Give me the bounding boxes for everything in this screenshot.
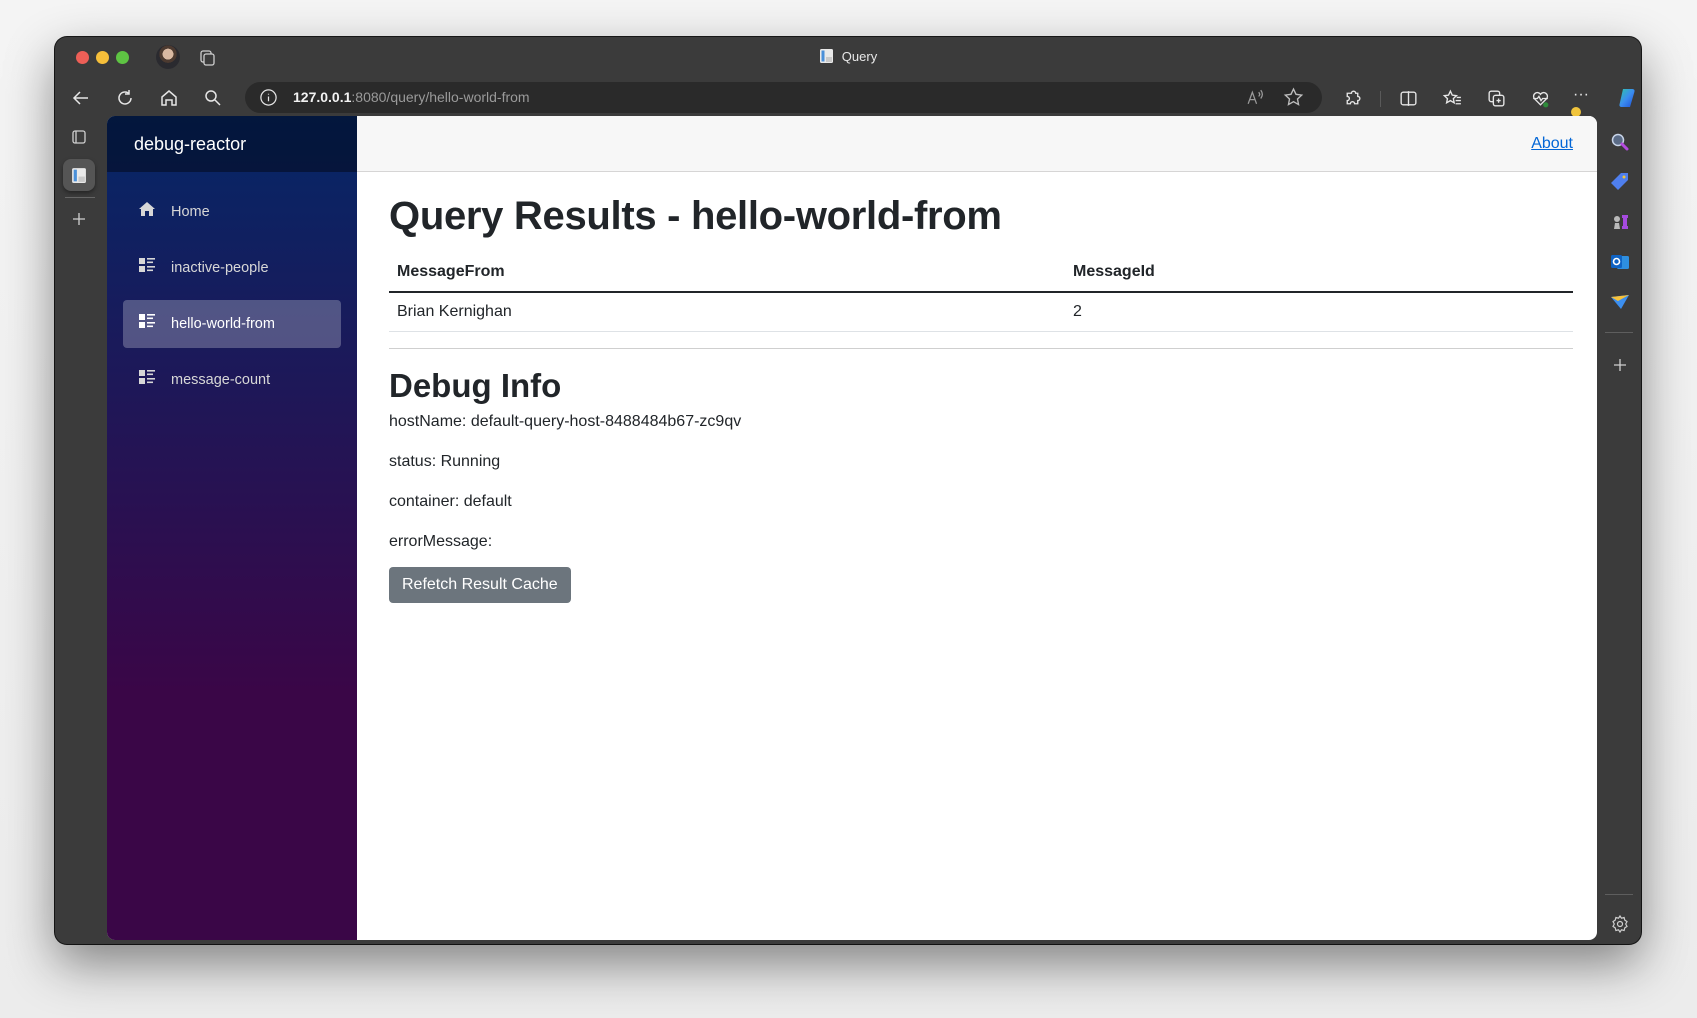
outlook-icon[interactable] <box>1609 251 1631 273</box>
debug-info-title: Debug Info <box>389 367 562 404</box>
collections-icon[interactable] <box>1486 88 1507 109</box>
tab-query[interactable] <box>63 159 95 191</box>
sidebar-item-label: Home <box>171 204 210 220</box>
favorite-star-icon[interactable] <box>1283 87 1304 108</box>
refetch-result-cache-button[interactable]: Refetch Result Cache <box>389 567 571 603</box>
extensions-icon[interactable] <box>1342 88 1363 109</box>
cell-messageid: 2 <box>1065 292 1573 332</box>
home-button[interactable] <box>156 86 182 110</box>
reload-button[interactable] <box>112 86 138 110</box>
tab-title-text: Query <box>841 49 878 64</box>
page-title: Query Results - hello-world-from <box>389 194 1002 238</box>
edge-divider-bottom <box>1605 894 1633 895</box>
about-link[interactable]: About <box>1531 135 1573 153</box>
url-path: :8080/query/hello-world-from <box>351 89 530 105</box>
sidebar-item-label: inactive-people <box>171 260 269 276</box>
tab-actions-button[interactable] <box>63 121 95 153</box>
split-screen-icon[interactable] <box>1398 88 1419 109</box>
sidebar-item-hello-world-from[interactable]: hello-world-from <box>123 300 341 348</box>
browser-toolbar: 127.0.0.1:8080/query/hello-world-from ··… <box>55 79 1641 117</box>
debug-status: status: Running <box>389 453 501 470</box>
search-sidebar-icon[interactable] <box>1609 131 1631 153</box>
web-viewport: debug-reactor Home inactive-people hello… <box>107 116 1597 940</box>
table-header-row: MessageFrom MessageId <box>389 254 1573 293</box>
active-tab-title: Query <box>55 48 1641 64</box>
column-header-messageid: MessageId <box>1065 254 1573 293</box>
sidebar-item-label: message-count <box>171 372 271 388</box>
section-divider <box>389 348 1573 349</box>
table-row: Brian Kernighan 2 <box>389 292 1573 332</box>
site-info-icon[interactable] <box>259 88 278 107</box>
home-icon <box>139 202 155 216</box>
shopping-tag-icon[interactable] <box>1609 171 1631 193</box>
browser-window: Query 127.0.0.1:8080/query/hello-world-f… <box>55 37 1641 944</box>
url-text[interactable]: 127.0.0.1:8080/query/hello-world-from <box>293 89 530 105</box>
search-icon <box>205 90 221 106</box>
back-button[interactable] <box>68 86 94 110</box>
url-host: 127.0.0.1 <box>293 89 352 105</box>
debug-hostname: hostName: default-query-host-8488484b67-… <box>389 413 742 430</box>
back-arrow-icon <box>72 91 88 105</box>
settings-gear-icon[interactable] <box>1609 913 1631 935</box>
debug-error-message: errorMessage: <box>389 533 493 550</box>
more-menu-button[interactable]: ··· <box>1571 87 1594 117</box>
page-content: Query Results - hello-world-from Message… <box>357 172 1597 603</box>
tab-divider <box>65 197 95 198</box>
main-area: About Query Results - hello-world-from M… <box>357 116 1597 940</box>
send-drop-icon[interactable] <box>1609 291 1631 313</box>
list-icon <box>139 314 155 328</box>
list-icon <box>139 258 155 272</box>
plus-icon <box>73 213 85 225</box>
debug-container: container: default <box>389 493 512 510</box>
sidebar-item-label: hello-world-from <box>171 316 275 332</box>
results-table: MessageFrom MessageId Brian Kernighan 2 <box>389 254 1573 332</box>
top-row: About <box>357 116 1597 172</box>
edge-divider <box>1605 332 1633 333</box>
reload-icon <box>118 90 132 105</box>
edge-sidebar <box>1597 117 1641 944</box>
sidebar-item-home[interactable]: Home <box>123 188 341 236</box>
toolbar-divider <box>1380 91 1381 107</box>
vertical-tab-strip <box>55 117 105 944</box>
games-chess-icon[interactable] <box>1609 211 1631 233</box>
search-button[interactable] <box>200 86 226 110</box>
sidebar-nav: Home inactive-people hello-world-from me… <box>107 172 357 404</box>
app-sidebar: debug-reactor Home inactive-people hello… <box>107 116 357 940</box>
tab-actions-icon <box>72 130 86 144</box>
column-header-messagefrom: MessageFrom <box>389 254 1065 293</box>
sidebar-item-message-count[interactable]: message-count <box>123 356 341 404</box>
new-tab-button[interactable] <box>63 203 95 235</box>
home-outline-icon <box>161 90 177 106</box>
page-icon <box>819 49 833 63</box>
app-brand[interactable]: debug-reactor <box>134 134 246 155</box>
favorites-icon[interactable] <box>1442 88 1463 109</box>
copilot-icon[interactable] <box>1616 86 1640 110</box>
address-bar[interactable]: 127.0.0.1:8080/query/hello-world-from <box>245 82 1322 113</box>
list-icon <box>139 370 155 384</box>
read-aloud-icon[interactable] <box>1245 87 1266 108</box>
title-bar: Query <box>55 37 1641 79</box>
add-sidebar-app-icon[interactable] <box>1609 354 1631 376</box>
page-icon <box>72 167 86 183</box>
browser-essentials-icon[interactable] <box>1530 88 1551 109</box>
sidebar-brand-bar: debug-reactor <box>107 116 357 172</box>
sidebar-item-inactive-people[interactable]: inactive-people <box>123 244 341 292</box>
cell-messagefrom: Brian Kernighan <box>389 292 1065 332</box>
